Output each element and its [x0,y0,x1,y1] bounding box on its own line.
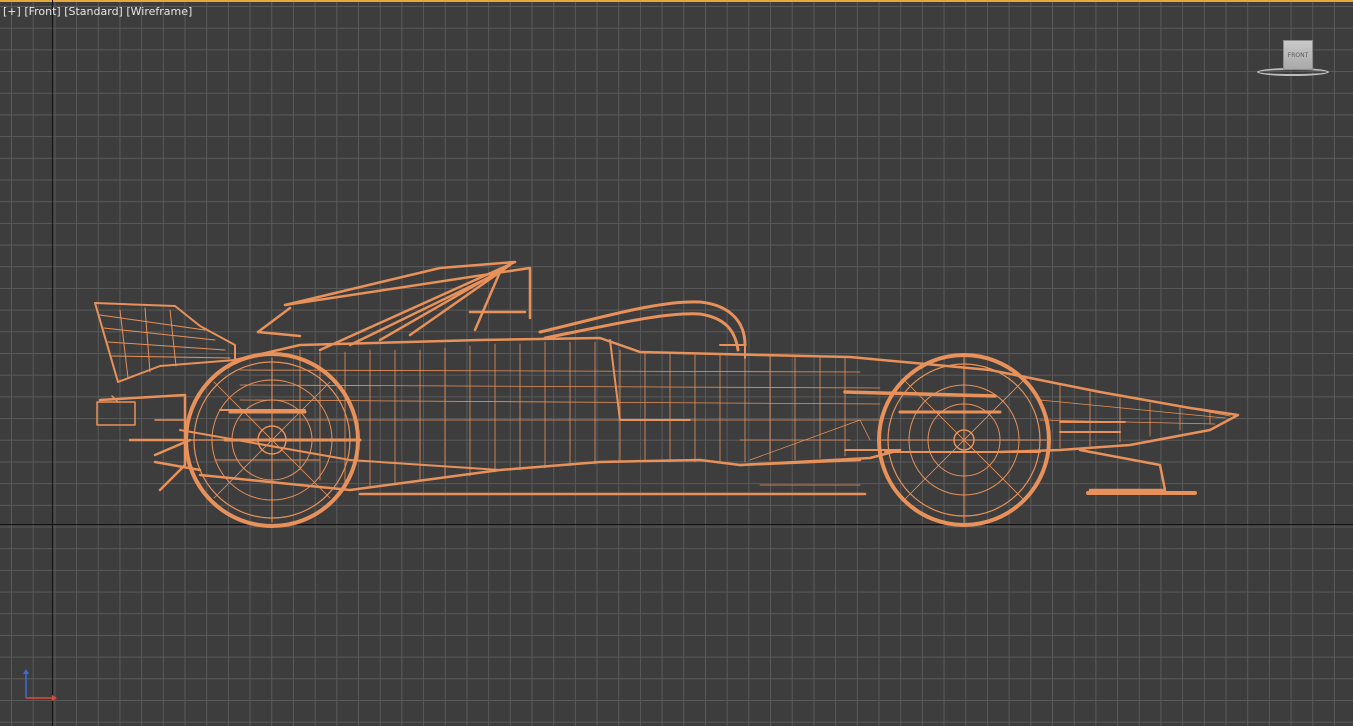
axis-gizmo-icon [23,669,57,701]
car-wireframe-model[interactable] [0,0,1353,726]
roll-hoop [256,260,532,352]
halo [538,300,747,352]
side-pod [179,339,1126,471]
front-wheel [877,353,1051,527]
body-outline [98,336,1240,496]
rear-wing [94,302,236,383]
body-mesh [239,341,1231,489]
rear-wheel [184,352,362,528]
viewport-front[interactable]: [+] [Front] [Standard] [Wireframe] FRONT [0,0,1353,726]
